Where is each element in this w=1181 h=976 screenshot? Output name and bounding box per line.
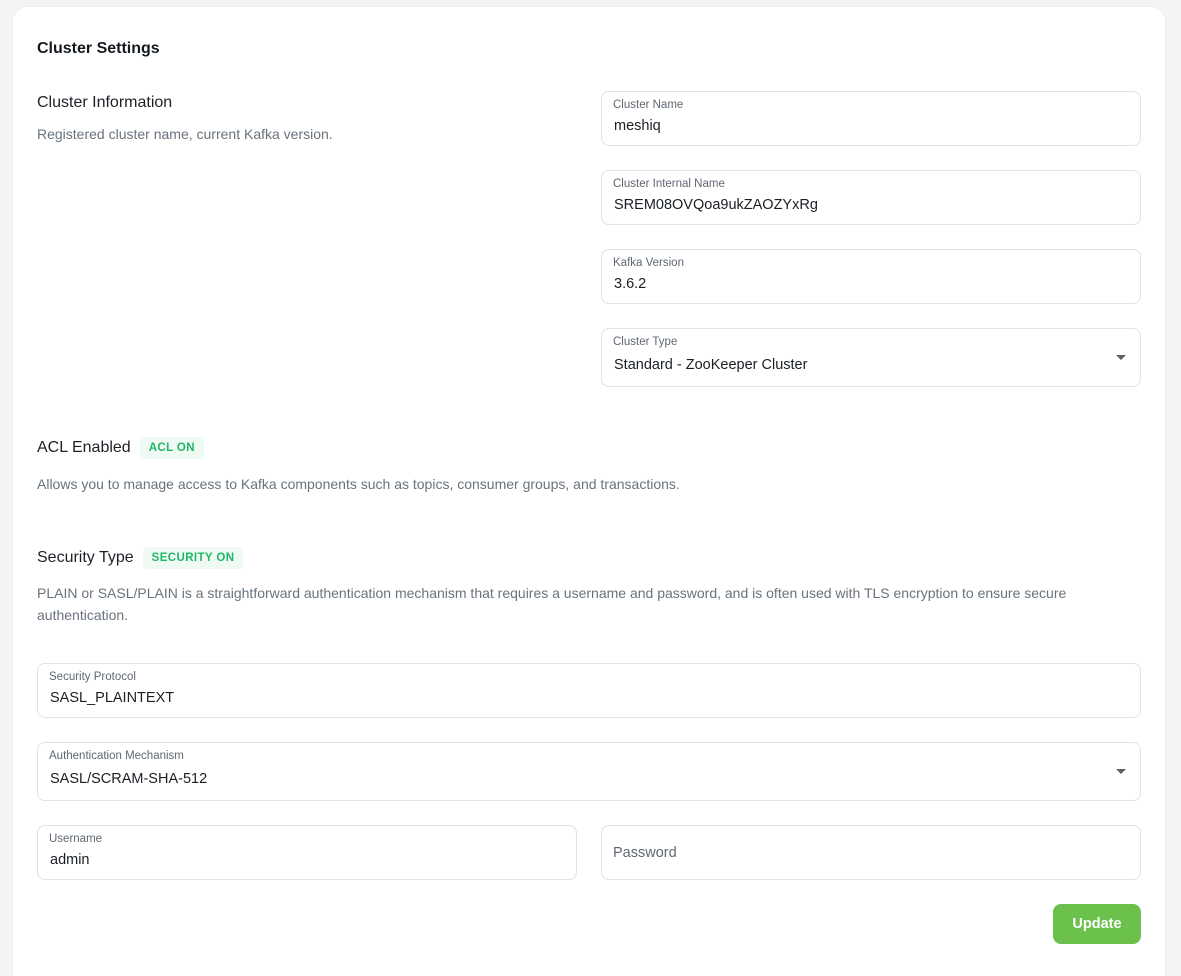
cluster-name-field[interactable]: Cluster Name meshiq: [601, 91, 1141, 146]
cluster-information-heading: Cluster Information: [37, 94, 172, 112]
cluster-internal-name-field[interactable]: Cluster Internal Name SREM08OVQoa9ukZAOZ…: [601, 170, 1141, 225]
cluster-type-select[interactable]: Cluster Type Standard - ZooKeeper Cluste…: [601, 328, 1141, 387]
update-button[interactable]: Update: [1053, 904, 1141, 944]
cluster-information-description: Registered cluster name, current Kafka v…: [37, 126, 333, 142]
security-type-heading: Security Type SECURITY ON: [37, 547, 244, 569]
acl-status-badge: ACL ON: [139, 437, 204, 459]
authentication-mechanism-value[interactable]: SASL/SCRAM-SHA-512: [50, 771, 207, 787]
cluster-internal-name-value[interactable]: SREM08OVQoa9ukZAOZYxRg: [614, 197, 818, 213]
acl-enabled-heading-text: ACL Enabled: [37, 439, 131, 456]
security-protocol-field[interactable]: Security Protocol SASL_PLAINTEXT: [37, 663, 1141, 718]
chevron-down-icon[interactable]: [1116, 769, 1126, 774]
security-protocol-value[interactable]: SASL_PLAINTEXT: [50, 690, 174, 706]
security-status-badge: SECURITY ON: [142, 547, 244, 569]
username-field[interactable]: Username admin: [37, 825, 577, 880]
chevron-down-icon[interactable]: [1116, 355, 1126, 360]
authentication-mechanism-label: Authentication Mechanism: [49, 750, 184, 762]
kafka-version-label: Kafka Version: [613, 257, 684, 269]
cluster-settings-card: Cluster Settings Cluster Information Reg…: [13, 7, 1165, 976]
security-protocol-label: Security Protocol: [49, 671, 136, 683]
password-placeholder[interactable]: Password: [613, 845, 677, 861]
password-field[interactable]: Password: [601, 825, 1141, 880]
cluster-type-label: Cluster Type: [613, 336, 678, 348]
username-value[interactable]: admin: [50, 852, 90, 868]
acl-enabled-heading: ACL Enabled ACL ON: [37, 437, 204, 459]
acl-description: Allows you to manage access to Kafka com…: [37, 476, 680, 492]
cluster-information-heading-text: Cluster Information: [37, 94, 173, 111]
cluster-name-value[interactable]: meshiq: [614, 118, 661, 134]
security-description: PLAIN or SASL/PLAIN is a straightforward…: [37, 585, 1067, 623]
card-title: Cluster Settings: [37, 40, 160, 57]
kafka-version-field[interactable]: Kafka Version 3.6.2: [601, 249, 1141, 304]
cluster-type-value[interactable]: Standard - ZooKeeper Cluster: [614, 357, 807, 373]
authentication-mechanism-select[interactable]: Authentication Mechanism SASL/SCRAM-SHA-…: [37, 742, 1141, 801]
kafka-version-value[interactable]: 3.6.2: [614, 276, 646, 292]
username-label: Username: [49, 833, 103, 845]
security-type-heading-text: Security Type: [37, 549, 134, 566]
cluster-name-label: Cluster Name: [613, 99, 684, 111]
cluster-internal-name-label: Cluster Internal Name: [613, 178, 725, 190]
